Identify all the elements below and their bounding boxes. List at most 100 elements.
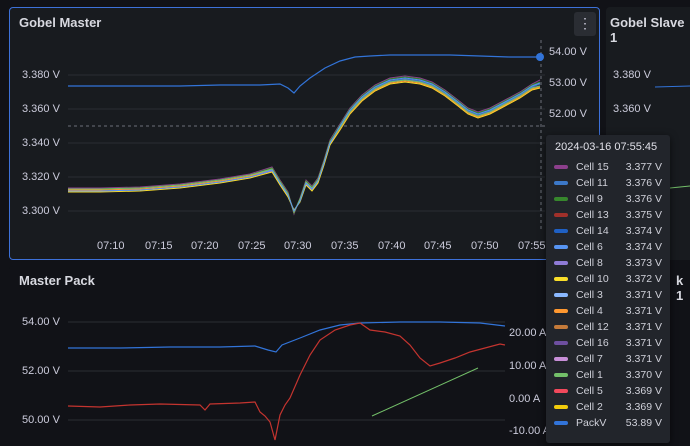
tooltip-row: Cell 16 3.371 V <box>554 335 662 351</box>
x-tick: 07:20 <box>191 240 219 252</box>
series-name: Cell 13 <box>576 209 609 221</box>
series-value: 3.375 V <box>625 209 662 221</box>
series-name: Cell 6 <box>576 241 603 253</box>
y-tick: 3.360 V <box>22 103 60 115</box>
y-tick: 3.360 V <box>613 103 651 115</box>
x-tick: 07:45 <box>424 240 452 252</box>
series-value: 3.371 V <box>625 289 662 301</box>
y-tick: 3.380 V <box>22 69 60 81</box>
series-value: 3.369 V <box>625 401 662 413</box>
series-value: 3.373 V <box>625 257 662 269</box>
right-y-tick: 20.00 A <box>509 327 547 339</box>
series-name: Cell 11 <box>576 177 608 189</box>
series-value: 3.371 V <box>625 305 662 317</box>
tooltip-row: PackV 53.89 V <box>554 415 662 431</box>
series-name: Cell 10 <box>576 273 609 285</box>
series-swatch <box>554 373 568 377</box>
tooltip-row: Cell 7 3.371 V <box>554 351 662 367</box>
series-swatch <box>554 245 568 249</box>
series-swatch <box>554 357 568 361</box>
tooltip-row: Cell 11 3.376 V <box>554 175 662 191</box>
x-tick: 07:25 <box>238 240 266 252</box>
series-swatch <box>554 261 568 265</box>
series-value: 3.377 V <box>625 161 662 173</box>
series-name: Cell 4 <box>576 305 603 317</box>
packv-series <box>68 54 540 94</box>
series-swatch <box>554 181 568 185</box>
tooltip-row: Cell 12 3.371 V <box>554 319 662 335</box>
y-tick: 3.340 V <box>22 137 60 149</box>
series-swatch <box>554 165 568 169</box>
tooltip-row: Cell 13 3.375 V <box>554 207 662 223</box>
x-tick: 07:30 <box>284 240 312 252</box>
series-name: Cell 5 <box>576 385 603 397</box>
x-tick: 07:10 <box>97 240 125 252</box>
trend-line <box>371 367 479 417</box>
series-swatch <box>554 197 568 201</box>
x-tick: 07:55 <box>518 240 546 252</box>
packv-hover-point <box>536 53 544 61</box>
x-tick: 07:50 <box>471 240 499 252</box>
y-tick: 3.300 V <box>22 205 60 217</box>
series-name: Cell 14 <box>576 225 609 237</box>
tooltip-row: Cell 4 3.371 V <box>554 303 662 319</box>
tooltip-row: Cell 9 3.376 V <box>554 191 662 207</box>
series-value: 3.376 V <box>625 193 662 205</box>
series-value: 3.374 V <box>625 225 662 237</box>
series-swatch <box>554 229 568 233</box>
y-tick: 3.320 V <box>22 171 60 183</box>
series-swatch <box>554 405 568 409</box>
tooltip-rows: Cell 15 3.377 V Cell 11 3.376 V Cell 9 3.376 … <box>554 159 662 431</box>
hover-tooltip: 2024-03-16 07:55:45 Cell 15 3.377 V Cell 1… <box>546 135 670 443</box>
series-name: Cell 2 <box>576 401 603 413</box>
series-value: 3.371 V <box>625 337 662 349</box>
series-name: PackV <box>576 417 607 429</box>
series-name: Cell 7 <box>576 353 603 365</box>
series-value: 3.372 V <box>625 273 662 285</box>
y-tick: 50.00 V <box>22 414 60 426</box>
y-tick: 54.00 V <box>22 316 60 328</box>
tooltip-row: Cell 5 3.369 V <box>554 383 662 399</box>
series-swatch <box>554 389 568 393</box>
tooltip-row: Cell 2 3.369 V <box>554 399 662 415</box>
series-swatch <box>554 341 568 345</box>
x-tick: 07:35 <box>331 240 359 252</box>
tooltip-row: Cell 1 3.370 V <box>554 367 662 383</box>
pack-voltage-series <box>68 321 506 353</box>
series-swatch <box>554 277 568 281</box>
series-name: Cell 16 <box>576 337 609 349</box>
pack-current-series <box>67 322 506 441</box>
tooltip-timestamp: 2024-03-16 07:55:45 <box>555 141 658 153</box>
y-tick: 52.00 V <box>22 365 60 377</box>
series-swatch <box>554 325 568 329</box>
tooltip-row: Cell 15 3.377 V <box>554 159 662 175</box>
series-value: 3.370 V <box>625 369 662 381</box>
right-y-tick: -10.00 A <box>509 425 550 437</box>
series-value: 3.369 V <box>625 385 662 397</box>
series-value: 3.376 V <box>625 177 662 189</box>
y-tick: 3.380 V <box>613 69 651 81</box>
series-value: 3.371 V <box>625 353 662 365</box>
tooltip-row: Cell 8 3.373 V <box>554 255 662 271</box>
series-name: Cell 12 <box>576 321 609 333</box>
series-value: 53.89 V <box>625 417 662 429</box>
series-name: Cell 8 <box>576 257 603 269</box>
series-name: Cell 9 <box>576 193 603 205</box>
right-y-tick: 53.00 V <box>549 77 587 89</box>
tooltip-row: Cell 6 3.374 V <box>554 239 662 255</box>
series-name: Cell 1 <box>576 369 603 381</box>
series-value: 3.371 V <box>625 321 662 333</box>
series-swatch <box>554 309 568 313</box>
series-value: 3.374 V <box>625 241 662 253</box>
tooltip-row: Cell 10 3.372 V <box>554 271 662 287</box>
series-name: Cell 3 <box>576 289 603 301</box>
panel-title: k 1 <box>676 273 684 303</box>
tooltip-row: Cell 3 3.371 V <box>554 287 662 303</box>
right-y-tick: 54.00 V <box>549 46 587 58</box>
right-y-tick: 52.00 V <box>549 108 587 120</box>
series-swatch <box>554 213 568 217</box>
x-tick: 07:15 <box>145 240 173 252</box>
right-y-tick: 0.00 A <box>509 393 541 405</box>
series-swatch <box>554 293 568 297</box>
right-y-tick: 10.00 A <box>509 360 547 372</box>
